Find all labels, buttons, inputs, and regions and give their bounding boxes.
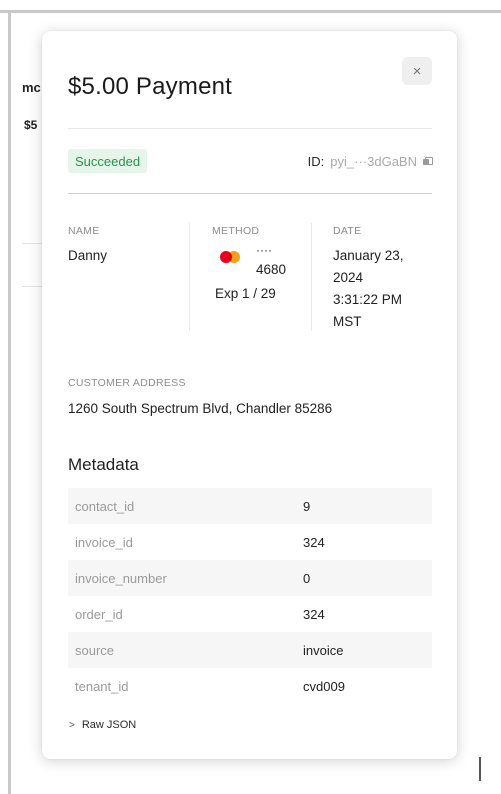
payment-id-label: ID: bbox=[307, 154, 325, 169]
close-button[interactable]: × bbox=[402, 57, 432, 85]
date-line: 2024 bbox=[333, 270, 364, 285]
close-icon: × bbox=[412, 62, 422, 80]
background-divider bbox=[22, 243, 44, 244]
metadata-key: contact_id bbox=[75, 498, 135, 514]
raw-json-label: Raw JSON bbox=[81, 719, 137, 731]
metadata-value: 0 bbox=[303, 570, 311, 586]
payment-detail-modal: $5.00 Payment × Succeeded ID: pyi_···3dG… bbox=[42, 31, 457, 759]
metadata-value: invoice bbox=[303, 642, 344, 658]
table-row: source invoice bbox=[68, 632, 432, 668]
card-expiry: Exp 1 / 29 bbox=[215, 286, 276, 301]
metadata-value: 324 bbox=[303, 606, 325, 622]
column-divider bbox=[311, 223, 312, 331]
text-cursor-icon bbox=[479, 757, 481, 781]
chevron-right-icon: > bbox=[69, 719, 75, 731]
card-dots: ···· bbox=[256, 243, 272, 257]
metadata-key: source bbox=[75, 642, 115, 658]
metadata-key: invoice_id bbox=[75, 534, 133, 550]
customer-address: 1260 South Spectrum Blvd, Chandler 85286 bbox=[68, 401, 333, 416]
divider bbox=[68, 128, 432, 129]
table-row: order_id 324 bbox=[68, 596, 432, 632]
metadata-value: 9 bbox=[303, 498, 311, 514]
metadata-value: 324 bbox=[303, 534, 325, 550]
divider bbox=[68, 193, 432, 194]
timezone-line: MST bbox=[333, 314, 362, 329]
copy-icon[interactable] bbox=[423, 156, 433, 166]
metadata-title: Metadata bbox=[68, 455, 139, 474]
metadata-key: order_id bbox=[75, 606, 123, 622]
customer-address-label: CUSTOMER ADDRESS bbox=[68, 377, 186, 389]
name-label: NAME bbox=[68, 225, 100, 237]
mastercard-icon bbox=[217, 249, 243, 265]
time-line: 3:31:22 PM bbox=[333, 292, 403, 307]
metadata-key: tenant_id bbox=[75, 678, 129, 694]
metadata-value: cvd009 bbox=[303, 678, 345, 694]
table-row: invoice_id 324 bbox=[68, 524, 432, 560]
background-amount-fragment: $5 bbox=[24, 118, 38, 132]
modal-title: $5.00 Payment bbox=[68, 73, 233, 100]
table-row: invoice_number 0 bbox=[68, 560, 432, 596]
payment-id-value: pyi_···3dGaBN bbox=[330, 154, 417, 169]
column-divider bbox=[189, 223, 190, 331]
window-top-border bbox=[0, 10, 501, 13]
window-left-border bbox=[8, 10, 11, 794]
background-divider bbox=[22, 286, 44, 287]
background-text-fragment: mc bbox=[22, 80, 41, 95]
method-label: METHOD bbox=[212, 225, 260, 237]
table-row: contact_id 9 bbox=[68, 488, 432, 524]
raw-json-toggle[interactable]: > Raw JSON bbox=[69, 719, 136, 731]
date-line: January 23, bbox=[333, 248, 404, 263]
metadata-table: contact_id 9 invoice_id 324 invoice_numb… bbox=[68, 488, 432, 704]
date-label: DATE bbox=[333, 225, 362, 237]
status-badge: Succeeded bbox=[68, 149, 148, 173]
metadata-key: invoice_number bbox=[75, 570, 167, 586]
payment-id: ID: pyi_···3dGaBN bbox=[307, 154, 433, 169]
card-last4: 4680 bbox=[256, 262, 287, 277]
customer-name: Danny bbox=[68, 248, 108, 263]
table-row: tenant_id cvd009 bbox=[68, 668, 432, 704]
